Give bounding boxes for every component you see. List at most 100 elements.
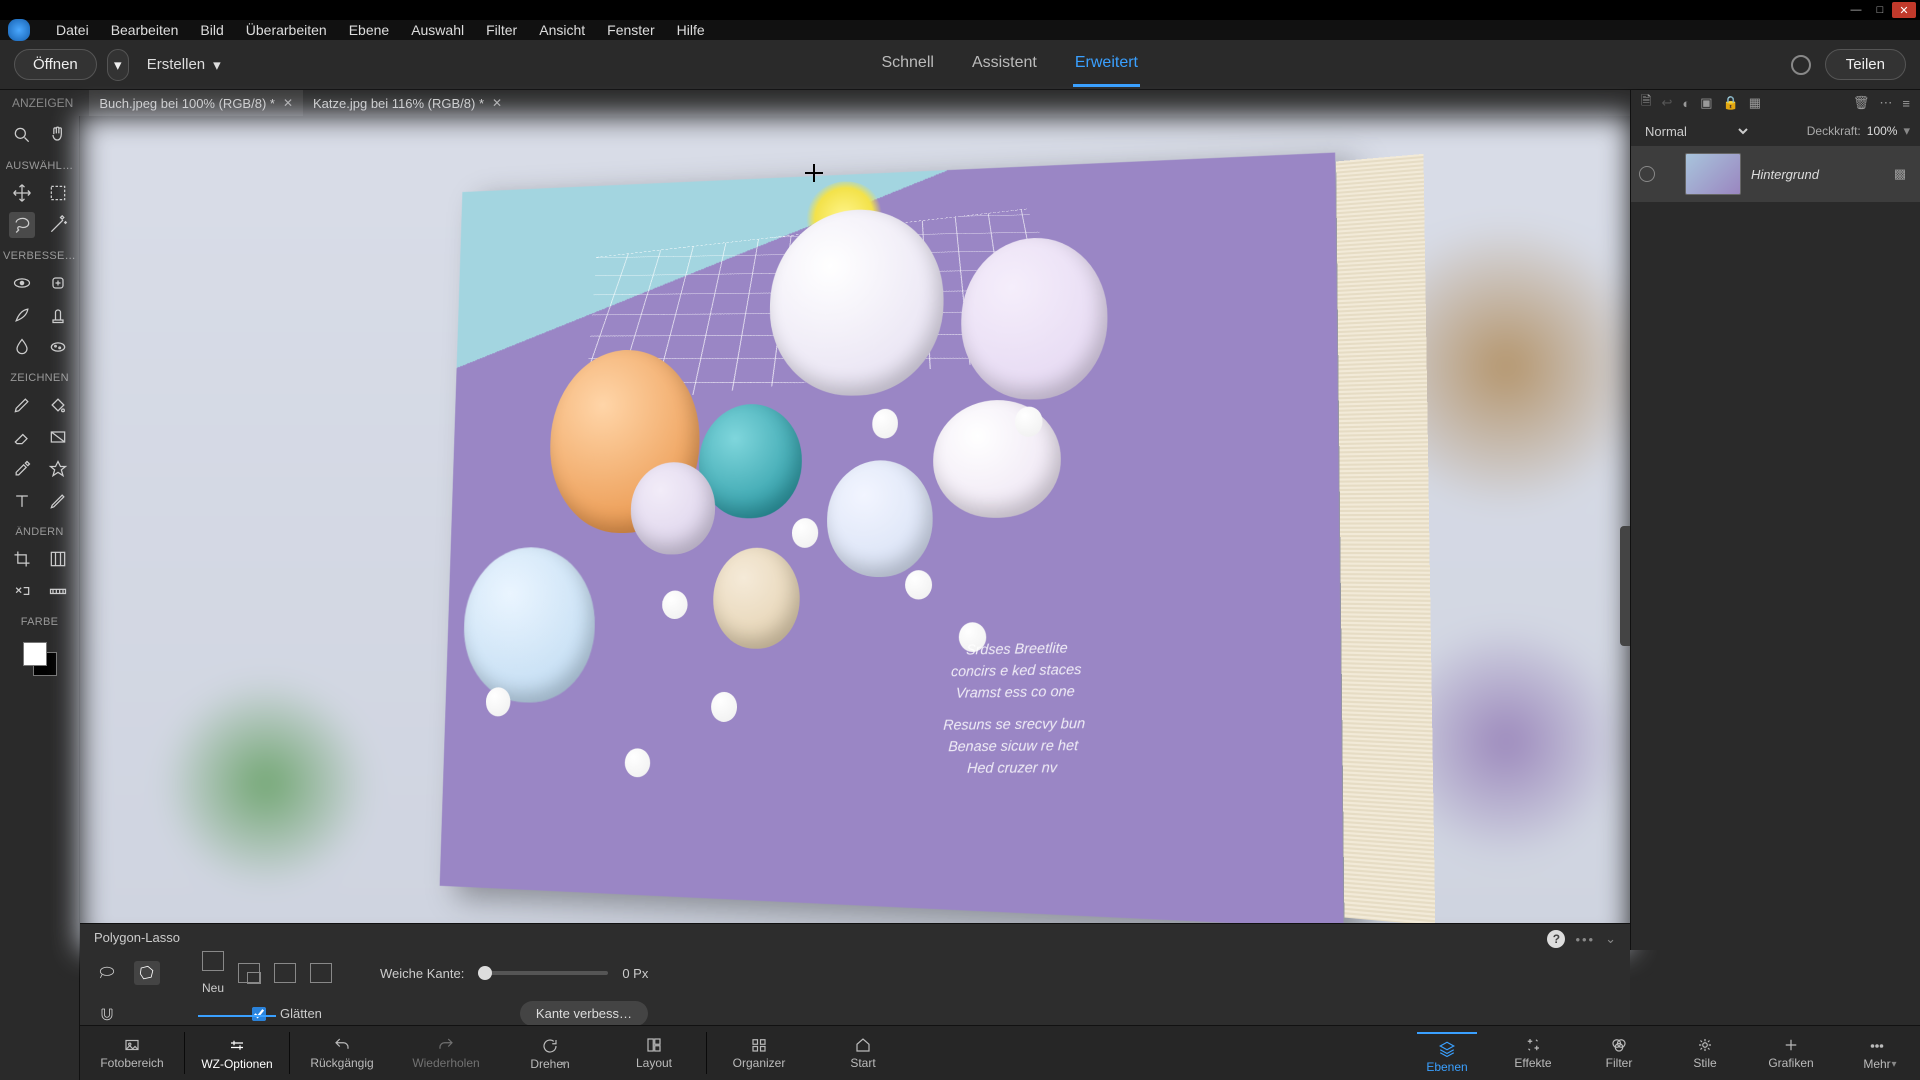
gradient-tool-icon[interactable] <box>45 424 71 450</box>
hand-tool-icon[interactable] <box>45 122 71 148</box>
selection-subtract-icon[interactable] <box>274 963 296 983</box>
clone-stamp-tool-icon[interactable] <box>45 302 71 328</box>
delete-layer-icon[interactable]: 🗑 <box>1853 95 1870 111</box>
minimize-button[interactable]: — <box>1844 2 1868 18</box>
layer-row[interactable]: Hintergrund ▩ <box>1631 146 1920 202</box>
refine-edge-button[interactable]: Kante verbess… <box>520 1001 648 1026</box>
bb-layers[interactable]: Ebenen <box>1404 1026 1490 1080</box>
bb-layout[interactable]: Layout <box>602 1026 706 1080</box>
sponge-tool-icon[interactable] <box>45 334 71 360</box>
menu-filter[interactable]: Filter <box>486 22 517 38</box>
bb-label: Ebenen <box>1426 1060 1467 1074</box>
lasso-variant-magnetic-icon[interactable] <box>94 1002 120 1026</box>
brush-tool-icon[interactable] <box>9 392 35 418</box>
menu-ansicht[interactable]: Ansicht <box>539 22 585 38</box>
lasso-tool-icon[interactable] <box>9 212 35 238</box>
link-layers-icon[interactable]: ▦ <box>1749 95 1761 111</box>
chevron-down-icon[interactable]: ▾ <box>1903 123 1910 139</box>
menu-datei[interactable]: Datei <box>56 22 89 38</box>
color-swatch[interactable] <box>23 642 57 676</box>
antialias-checkbox[interactable] <box>252 1007 266 1021</box>
create-button[interactable]: Erstellen▾ <box>139 56 229 74</box>
lock-icon[interactable]: ▩ <box>1888 162 1912 186</box>
bb-filter[interactable]: Filter <box>1576 1026 1662 1080</box>
bb-more[interactable]: Mehr▾ <box>1834 1026 1920 1080</box>
share-button[interactable]: Teilen <box>1825 49 1906 80</box>
lock-icon[interactable]: 🔒 <box>1723 95 1739 111</box>
opacity-value[interactable]: 100% <box>1867 124 1898 138</box>
selection-new-icon[interactable] <box>202 951 224 971</box>
mode-assist[interactable]: Assistent <box>970 42 1039 87</box>
open-dropdown[interactable]: ▾ <box>107 49 129 81</box>
pencil-tool-icon[interactable] <box>45 488 71 514</box>
content-aware-move-icon[interactable] <box>9 578 35 604</box>
more-icon[interactable]: ••• <box>1575 932 1595 947</box>
menu-ebene[interactable]: Ebene <box>349 22 389 38</box>
help-icon[interactable]: ? <box>1547 930 1565 948</box>
adjust-icon[interactable]: ◐ <box>1682 96 1690 111</box>
lasso-variant-freeform-icon[interactable] <box>94 961 120 985</box>
bb-redo[interactable]: Wiederholen <box>394 1026 498 1080</box>
shape-tool-icon[interactable] <box>45 456 71 482</box>
selection-mode-new[interactable]: Neu <box>202 951 224 995</box>
straighten-tool-icon[interactable] <box>45 578 71 604</box>
panel-menu-icon[interactable]: ⋯ <box>1879 95 1892 111</box>
paint-bucket-tool-icon[interactable] <box>45 392 71 418</box>
bb-graphics[interactable]: Grafiken <box>1748 1026 1834 1080</box>
bb-label: Mehr <box>1863 1057 1890 1071</box>
recompose-tool-icon[interactable] <box>45 546 71 572</box>
collapse-icon[interactable]: ⌄ <box>1605 931 1616 947</box>
layer-thumbnail[interactable] <box>1685 153 1741 195</box>
bb-start[interactable]: Start <box>811 1026 915 1080</box>
new-doc-icon[interactable]: 🗎 <box>1641 92 1651 114</box>
bb-undo[interactable]: Rückgängig <box>290 1026 394 1080</box>
bb-organizer[interactable]: Organizer <box>707 1026 811 1080</box>
blur-tool-icon[interactable] <box>9 334 35 360</box>
foreground-color-icon[interactable] <box>23 642 47 666</box>
bb-effects[interactable]: Effekte <box>1490 1026 1576 1080</box>
open-button[interactable]: Öffnen <box>14 49 97 80</box>
eyedropper-tool-icon[interactable] <box>9 456 35 482</box>
menu-bild[interactable]: Bild <box>200 22 223 38</box>
type-tool-icon[interactable] <box>9 488 35 514</box>
close-button[interactable]: ✕ <box>1892 2 1916 18</box>
marquee-tool-icon[interactable] <box>45 180 71 206</box>
maximize-button[interactable]: □ <box>1868 2 1892 18</box>
zoom-tool-icon[interactable] <box>9 122 35 148</box>
group-color-label: FARBE <box>21 616 59 630</box>
layer-name[interactable]: Hintergrund <box>1751 167 1819 182</box>
magic-wand-tool-icon[interactable] <box>45 212 71 238</box>
menu-ueberarbeiten[interactable]: Überarbeiten <box>246 22 327 38</box>
menu-hilfe[interactable]: Hilfe <box>677 22 705 38</box>
move-tool-icon[interactable] <box>9 180 35 206</box>
panel-collapse-handle[interactable] <box>1620 526 1630 646</box>
spot-heal-tool-icon[interactable] <box>45 270 71 296</box>
visibility-toggle-icon[interactable] <box>1639 166 1655 182</box>
mode-quick[interactable]: Schnell <box>879 42 935 87</box>
antialias-label: Glätten <box>280 1006 322 1021</box>
eraser-tool-icon[interactable] <box>9 424 35 450</box>
canvas[interactable]: Srdses Breetlite concirs e ked staces Vr… <box>80 116 1630 950</box>
smart-brush-tool-icon[interactable] <box>9 302 35 328</box>
bb-rotate[interactable]: Drehen▾ <box>498 1026 602 1080</box>
feather-slider[interactable] <box>478 971 608 975</box>
selection-add-icon[interactable] <box>238 963 260 983</box>
undo-panel-icon[interactable]: ↩ <box>1661 95 1672 111</box>
menu-auswahl[interactable]: Auswahl <box>411 22 464 38</box>
menu-fenster[interactable]: Fenster <box>607 22 654 38</box>
crop-tool-icon[interactable] <box>9 546 35 572</box>
dot-icon <box>905 570 932 600</box>
panel-overflow-icon[interactable]: ≡ <box>1902 96 1910 111</box>
mask-icon[interactable]: ▣ <box>1700 95 1712 111</box>
bb-tool-options[interactable]: WZ-Optionen <box>185 1026 289 1080</box>
dot-icon <box>1015 407 1043 437</box>
theme-toggle-icon[interactable] <box>1791 55 1811 75</box>
bb-styles[interactable]: Stile <box>1662 1026 1748 1080</box>
redeye-tool-icon[interactable] <box>9 270 35 296</box>
blend-mode-select[interactable]: Normal <box>1641 123 1751 140</box>
selection-intersect-icon[interactable] <box>310 963 332 983</box>
menu-bearbeiten[interactable]: Bearbeiten <box>111 22 179 38</box>
bb-photo-bin[interactable]: Fotobereich <box>80 1026 184 1080</box>
mode-expert[interactable]: Erweitert <box>1073 42 1140 87</box>
lasso-variant-polygon-icon[interactable] <box>134 961 160 985</box>
